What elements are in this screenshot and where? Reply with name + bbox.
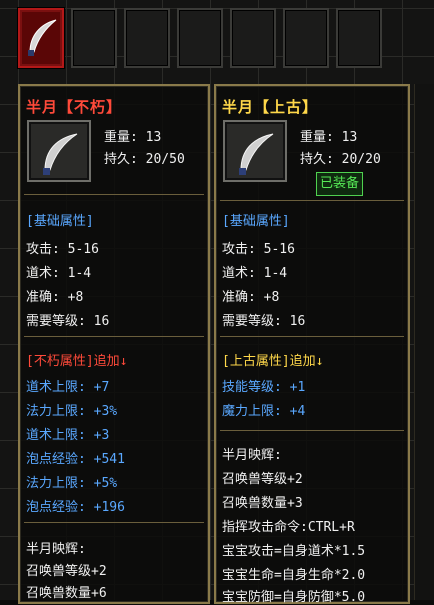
section-header-base: [基础属性] [26,214,94,229]
equipped-badge: 已装备 [316,172,364,196]
extra-stat-line: 道术上限: +7 [26,380,110,395]
inventory-slot[interactable] [124,8,170,68]
glow-line: 召唤兽数量+6 [26,586,107,601]
glow-line: 召唤兽等级+2 [26,564,107,579]
divider [220,200,404,201]
stat-line: 准确: +8 [26,290,84,305]
glow-line: 召唤兽等级+2 [222,472,303,487]
inventory-slot-selected[interactable] [18,8,64,68]
inventory-slot[interactable] [336,8,382,68]
extra-stat-line: 道术上限: +3 [26,428,110,443]
stat-line: 道术: 1-4 [222,266,288,281]
inventory-slot[interactable] [283,8,329,68]
divider [220,336,404,337]
stat-line: 准确: +8 [222,290,280,305]
section-header-extra: [不朽属性]追加↓ [26,354,128,369]
divider [24,522,204,523]
inventory-slot[interactable] [230,8,276,68]
glow-header: 半月映辉: [222,448,282,463]
glow-line: 宝宝防御=自身防御*5.0 [222,590,366,605]
curved-blade-icon [28,19,57,56]
item-durability: 持久: 20/20 [300,152,381,167]
glow-line: 宝宝生命=自身生命*2.0 [222,568,366,583]
section-header-base: [基础属性] [222,214,290,229]
stat-line: 需要等级: 16 [222,314,306,329]
extra-stat-line: 魔力上限: +4 [222,404,306,419]
extra-stat-line: 泡点经验: +196 [26,500,125,515]
inventory-slot-row [18,8,382,68]
glow-line: 召唤兽数量+3 [222,496,303,511]
stat-line: 需要等级: 16 [26,314,110,329]
stat-line: 攻击: 5-16 [26,242,99,257]
item-weight: 重量: 13 [104,130,162,145]
item-weight: 重量: 13 [300,130,358,145]
divider [220,430,404,431]
extra-stat-line: 法力上限: +5% [26,476,118,491]
curved-blade-icon [43,133,78,175]
inventory-side-strip [414,84,434,600]
glow-line: 宝宝攻击=自身道术*1.5 [222,544,366,559]
extra-stat-line: 技能等级: +1 [222,380,306,395]
divider [24,336,204,337]
item-title: 半月【不朽】 [26,98,123,116]
divider [24,194,204,195]
section-header-extra: [上古属性]追加↓ [222,354,324,369]
item-icon-frame [27,120,91,182]
curved-blade-icon [239,133,274,175]
tooltip-panel-immortal: 半月【不朽】 重量: 13 持久: 20/50 [基础属性] 攻击: 5-16 … [18,84,210,604]
inventory-slot[interactable] [177,8,223,68]
inventory-slot[interactable] [71,8,117,68]
item-title: 半月【上古】 [222,98,319,116]
glow-header: 半月映辉: [26,542,86,557]
extra-stat-line: 法力上限: +3% [26,404,118,419]
item-icon-frame [223,120,287,182]
stat-line: 道术: 1-4 [26,266,92,281]
stat-line: 攻击: 5-16 [222,242,295,257]
extra-stat-line: 泡点经验: +541 [26,452,125,467]
item-durability: 持久: 20/50 [104,152,185,167]
glow-line: 指挥攻击命令:CTRL+R [222,520,355,535]
tooltip-panel-ancient: 半月【上古】 重量: 13 持久: 20/20 已装备 [基础属性] 攻击: 5… [214,84,410,605]
